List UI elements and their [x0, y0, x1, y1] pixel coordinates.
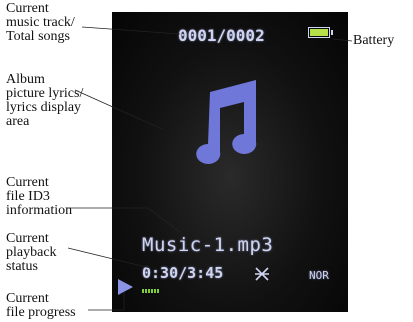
callout-track-label: Current music track/ Total songs [6, 1, 75, 44]
time-display: 0:30/3:45 [142, 264, 223, 282]
callout-progress-label: Current file progress [6, 291, 76, 320]
callout-album-label: Album picture lyrics/ lyrics display are… [6, 72, 84, 129]
elapsed-time: 0:30 [142, 264, 179, 282]
time-separator: / [178, 264, 188, 282]
progress-bar [142, 289, 280, 293]
battery-fill [310, 29, 328, 36]
progress-fill [142, 289, 160, 293]
total-time: 3:45 [187, 264, 224, 282]
track-counter: 0001/0002 [178, 26, 265, 45]
music-note-icon [196, 80, 257, 164]
id3-filename: Music-1.mp3 [142, 234, 274, 256]
battery-icon [308, 27, 333, 38]
callout-battery-label: Battery [353, 33, 395, 48]
eq-mode: NOR [309, 269, 329, 282]
callout-id3-label: Current file ID3 information [6, 175, 73, 218]
battery-tip [331, 30, 333, 35]
repeat-mode-icon [255, 267, 269, 281]
callout-playback-label: Current playback status [6, 231, 57, 274]
player-screen: 0001/0002 Music-1.mp3 0:30/3:45 NOR [112, 12, 348, 312]
play-icon [118, 279, 133, 295]
